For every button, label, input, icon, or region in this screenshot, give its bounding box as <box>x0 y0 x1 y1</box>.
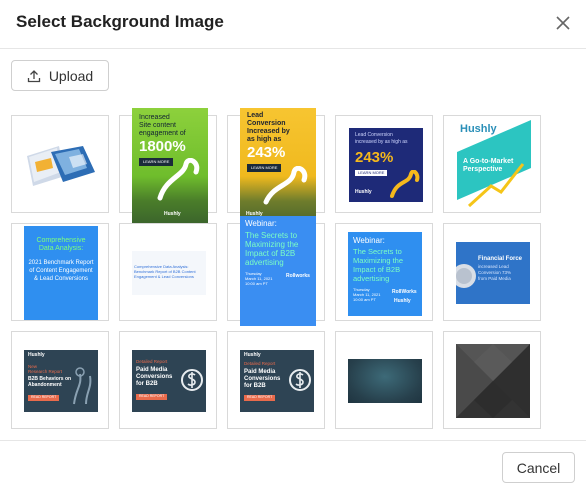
thumbnail-text: Webinar: <box>245 219 277 228</box>
thumbnail-text: of Content Engagement <box>29 268 93 274</box>
thumbnail-text: 10:00 am PT <box>353 297 376 302</box>
thumbnail-text: Research Report <box>28 369 63 374</box>
image-tile-13[interactable]: Hushly Detailed Report Paid Media Conver… <box>227 331 325 429</box>
illustration-graphic <box>73 367 92 405</box>
dialog-title: Select Background Image <box>16 12 224 31</box>
thumbnail-lead-conversion: Lead Conversion Increased by as high as … <box>240 108 316 232</box>
thumbnail-text: advertising <box>353 274 390 283</box>
dollar-coin-icon <box>289 369 311 391</box>
image-tile-5[interactable]: Hushly A Go-to-Market Perspective <box>443 115 541 213</box>
image-tile-15[interactable] <box>443 331 541 429</box>
swirl-graphic <box>157 158 200 201</box>
thumbnail-text: advertising <box>245 258 284 267</box>
thumbnail-text: increased Lead <box>478 264 509 269</box>
thumbnail-text: Detailed Report <box>136 359 168 364</box>
thumbnail-brand: Hushly <box>394 298 411 304</box>
thumbnail-text: A Go-to-Market <box>463 158 514 165</box>
image-tile-1[interactable] <box>11 115 109 213</box>
thumbnail-go-to-market: Hushly A Go-to-Market Perspective <box>457 120 531 210</box>
thumbnail-text: from Paid Media <box>478 276 511 281</box>
thumbnail-text: Maximizing the <box>353 256 404 265</box>
thumbnail-text: Impact of B2B <box>353 265 401 274</box>
image-tile-4[interactable]: Lead Conversion increased by as high as … <box>335 115 433 213</box>
cancel-button[interactable]: Cancel <box>502 452 575 483</box>
image-tile-2[interactable]: Increased Site content engagement of 180… <box>119 108 217 232</box>
image-tile-8[interactable]: Webinar: The Secrets to Maximizing the I… <box>227 216 325 326</box>
image-tile-6[interactable]: Comprehensive Data Analysis: 2021 Benchm… <box>11 223 109 321</box>
thumbnail-text: Increased <box>139 114 170 121</box>
upload-icon <box>27 69 40 82</box>
dollar-coin-icon <box>181 369 203 391</box>
thumbnail-text: Abandonment <box>28 382 62 388</box>
image-tile-7[interactable]: Comprehensive Data Analysis: Benchmark R… <box>119 223 217 321</box>
image-tile-11[interactable]: Hushly New Research Report B2B Behaviors… <box>11 331 109 429</box>
thumbnail-text: Site content <box>139 122 176 129</box>
swirl-graphic <box>390 170 420 198</box>
thumbnail-paid-media-report-2: Hushly Detailed Report Paid Media Conver… <box>240 350 314 412</box>
image-tile-9[interactable]: Webinar: The Secrets to Maximizing the I… <box>335 223 433 321</box>
thumbnail-text: Engagement & Lead Conversions <box>134 274 194 279</box>
thumbnail-lead-conversion-square: Lead Conversion increased by as high as … <box>349 128 423 202</box>
thumbnail-financial-force: Financial Force increased Lead Conversio… <box>456 242 530 304</box>
thumbnail-brand: Hushly <box>244 352 261 358</box>
thumbnail-text: Lead Conversion <box>355 132 393 138</box>
thumbnail-stat: 243% <box>355 149 394 166</box>
thumbnail-text: Financial Force <box>478 256 523 262</box>
thumbnail-text: Perspective <box>463 166 503 173</box>
thumbnail-text: 10:00 am PT <box>245 281 268 286</box>
thumbnail-brand: Hushly <box>355 189 372 195</box>
thumbnail-webinar-tall: Webinar: The Secrets to Maximizing the I… <box>240 216 316 326</box>
thumbnail-text: as high as <box>247 136 282 143</box>
thumbnail-text: & Lead Conversions <box>33 276 89 282</box>
thumbnail-text: for B2B <box>136 381 158 387</box>
thumbnail-text: engagement of <box>139 130 186 137</box>
image-tile-3[interactable]: Lead Conversion Increased by as high as … <box>227 108 325 232</box>
thumbnail-text: Lead <box>247 112 264 119</box>
thumbnail-text: Detailed Report <box>244 361 276 366</box>
image-tile-14[interactable] <box>335 331 433 429</box>
thumbnail-text: Webinar: <box>353 236 385 245</box>
thumbnail-text: Conversion 73% <box>478 270 512 275</box>
thumbnail-brand: RollWorks <box>392 289 417 295</box>
image-tile-12[interactable]: Detailed Report Paid Media Conversions f… <box>119 331 217 429</box>
upload-button[interactable]: Upload <box>11 60 109 91</box>
thumbnail-research-report: Hushly New Research Report B2B Behaviors… <box>24 350 98 412</box>
thumbnail-brand: Rollworks <box>286 273 310 279</box>
thumbnail-text: Increased by <box>247 128 290 135</box>
thumbnail-button-text: READ REPORT <box>28 395 60 401</box>
upload-label: Upload <box>48 67 94 84</box>
swirl-graphic <box>263 166 308 205</box>
close-icon[interactable] <box>553 13 573 33</box>
thumbnail-brand: Hushly <box>28 352 45 358</box>
image-tile-10[interactable]: Financial Force increased Lead Conversio… <box>443 223 541 321</box>
thumbnail-text: Paid Media <box>136 367 168 373</box>
thumbnail-text: 2021 Benchmark Report <box>28 260 94 266</box>
thumbnail-text: Paid Media <box>244 369 276 375</box>
thumbnail-text: Conversions <box>136 374 173 380</box>
thumbnail-stat: 1800% <box>139 138 186 155</box>
thumbnail-benchmark-report-light: Comprehensive Data Analysis: Benchmark R… <box>132 251 206 295</box>
thumbnail-brochures-image <box>27 146 95 186</box>
footer-divider <box>0 440 586 441</box>
thumbnail-text: increased by as high as <box>355 139 408 145</box>
thumbnail-button-text: LEARN MORE <box>355 170 388 177</box>
thumbnail-site-engagement: Increased Site content engagement of 180… <box>132 108 208 232</box>
thumbnail-text: Comprehensive <box>36 237 86 244</box>
thumbnail-paid-media-report: Detailed Report Paid Media Conversions f… <box>132 350 206 412</box>
thumbnail-button-text: READ REPORT <box>136 394 168 400</box>
thumbnail-brand: Hushly <box>164 211 181 217</box>
thumbnail-stat: 243% <box>247 144 286 161</box>
thumbnail-text: The Secrets to <box>353 247 402 256</box>
thumbnail-text: Conversions <box>244 376 281 382</box>
thumbnail-geometric-pattern <box>456 344 530 418</box>
thumbnail-button-text: READ REPORT <box>244 395 276 401</box>
thumbnail-dark-teal-background <box>348 359 422 403</box>
thumbnail-benchmark-report-blue: Comprehensive Data Analysis: 2021 Benchm… <box>24 226 98 320</box>
thumbnail-text: Data Analysis: <box>38 245 84 252</box>
thumbnail-text: for B2B <box>244 383 266 389</box>
thumbnail-text: Conversion <box>247 120 286 127</box>
thumbnail-webinar: Webinar: The Secrets to Maximizing the I… <box>348 232 422 316</box>
dialog-header: Select Background Image <box>0 0 586 49</box>
